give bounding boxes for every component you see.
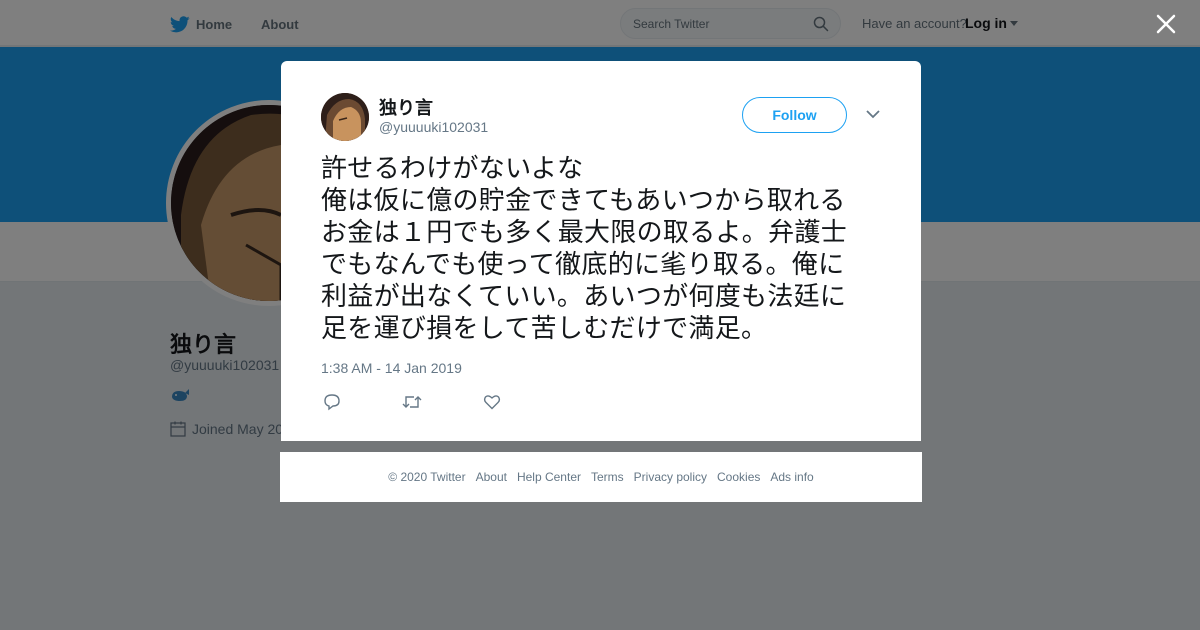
footer-link-ads-info[interactable]: Ads info [770, 470, 813, 484]
footer-link-cookies[interactable]: Cookies [717, 470, 760, 484]
tweet-text-line: 利益が出なくていい。あいつが何度も法廷に [321, 282, 847, 312]
footer-links: © 2020 Twitter About Help Center Terms P… [280, 452, 922, 502]
close-icon[interactable] [1154, 12, 1178, 36]
tweet-text-line: 足を運び損をして苦しむだけで満足。 [321, 314, 768, 344]
tweet-text-line: でもなんでも使って徹底的に毟り取る。俺に [321, 250, 845, 280]
heart-icon [483, 395, 501, 410]
footer-link-about[interactable]: About [476, 470, 507, 484]
follow-button[interactable]: Follow [742, 97, 847, 133]
tweet-text-line: 俺は仮に億の貯金できてもあいつから取れる [321, 186, 846, 216]
footer-link-privacy[interactable]: Privacy policy [634, 470, 707, 484]
footer-link-terms[interactable]: Terms [591, 470, 624, 484]
retweet-icon [402, 396, 422, 408]
tweet-author-avatar[interactable] [321, 93, 369, 141]
tweet-text-line: お金は１円でも多く最大限の取るよ。弁護士 [321, 218, 848, 248]
reply-icon [324, 394, 340, 411]
tweet-text-line: 許せるわけがないよな [321, 154, 584, 184]
chevron-down-icon[interactable] [866, 109, 880, 119]
tweet-author-handle[interactable]: @yuuuuki102031 [379, 119, 488, 135]
like-button[interactable] [482, 392, 502, 412]
tweet-modal: 独り言 @yuuuuki102031 Follow 許せるわけがないよな 俺は仮… [281, 61, 921, 441]
reply-button[interactable] [322, 392, 342, 412]
footer-copyright: © 2020 Twitter [388, 470, 466, 484]
retweet-button[interactable] [402, 392, 422, 412]
tweet-text: 許せるわけがないよな 俺は仮に億の貯金できてもあいつから取れる お金は１円でも多… [321, 153, 891, 345]
tweet-timestamp[interactable]: 1:38 AM - 14 Jan 2019 [321, 360, 462, 376]
footer-link-help-center[interactable]: Help Center [517, 470, 581, 484]
tweet-author-name[interactable]: 独り言 [379, 94, 433, 120]
